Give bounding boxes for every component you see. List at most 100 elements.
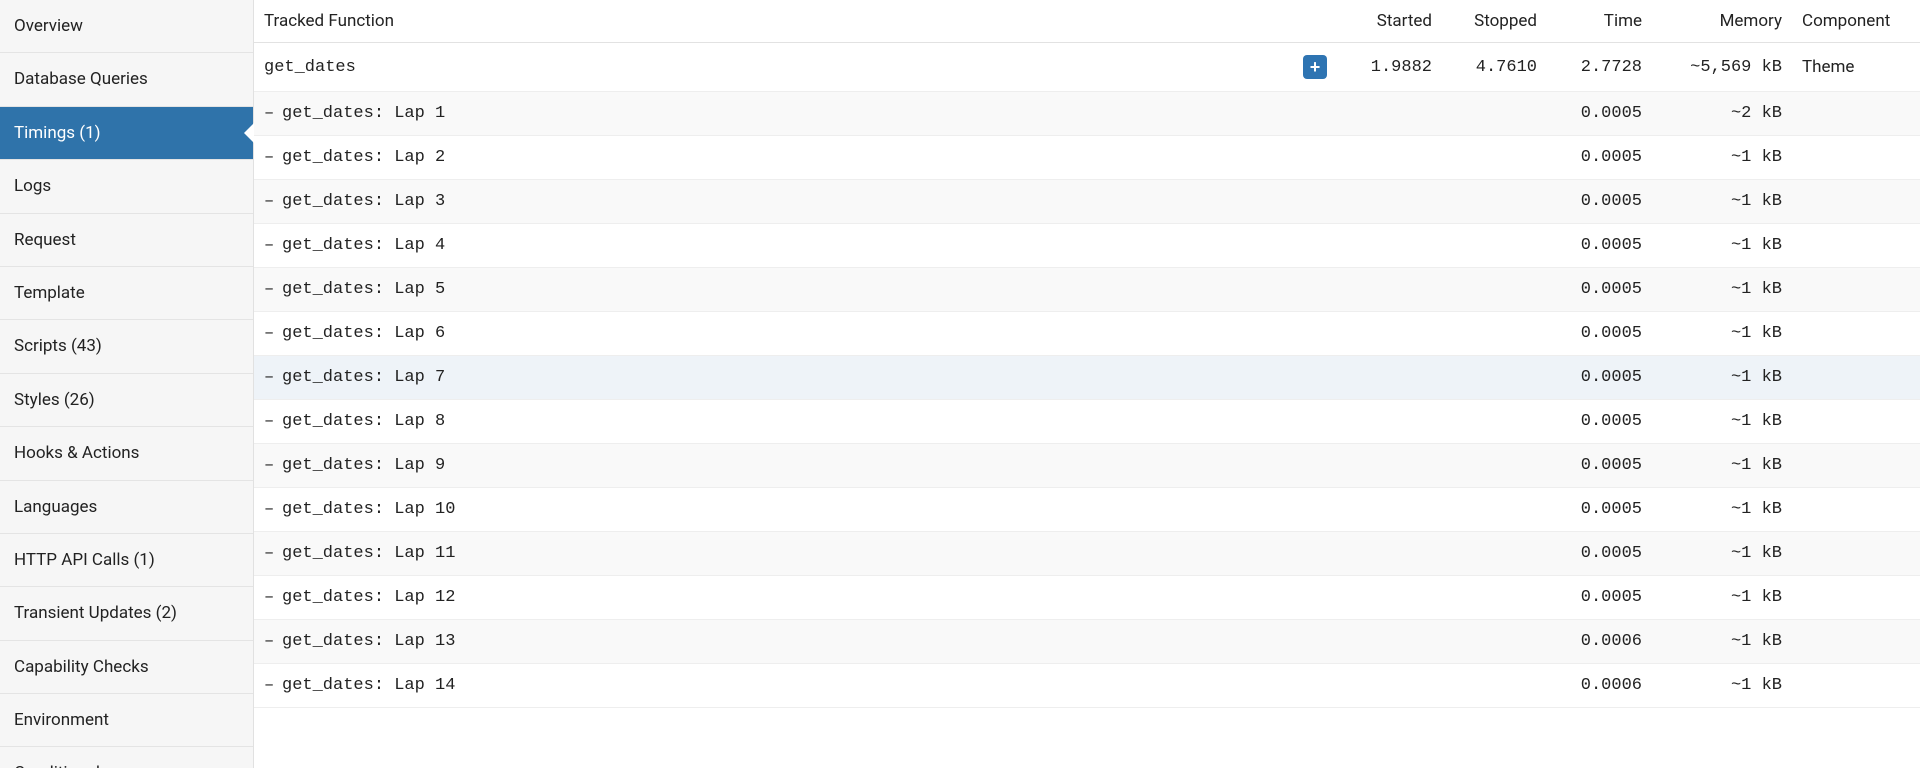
sidebar-item[interactable]: Logs [0, 160, 253, 213]
child-prefix-icon: – [264, 588, 274, 607]
memory-cell: ~1 kB [1652, 356, 1792, 400]
table-row: –get_dates: Lap 90.0005~1 kB [254, 444, 1920, 488]
started-cell [1337, 488, 1442, 532]
component-cell [1792, 136, 1920, 180]
sidebar-item[interactable]: Overview [0, 0, 253, 53]
col-header-stopped[interactable]: Stopped [1442, 0, 1547, 43]
sidebar-item-label: Styles (26) [14, 390, 95, 410]
stopped-cell [1442, 532, 1547, 576]
sidebar-item-label: Timings (1) [14, 123, 101, 143]
component-cell [1792, 488, 1920, 532]
component-cell [1792, 400, 1920, 444]
memory-cell: ~2 kB [1652, 92, 1792, 136]
child-prefix-icon: – [264, 324, 274, 343]
stopped-cell [1442, 92, 1547, 136]
stopped-cell [1442, 444, 1547, 488]
sidebar-item[interactable]: Template [0, 267, 253, 320]
sidebar-item[interactable]: HTTP API Calls (1) [0, 534, 253, 587]
memory-cell: ~1 kB [1652, 620, 1792, 664]
sidebar-item[interactable]: Styles (26) [0, 374, 253, 427]
function-cell: –get_dates: Lap 4 [254, 224, 1337, 268]
stopped-cell [1442, 268, 1547, 312]
function-cell: –get_dates: Lap 5 [254, 268, 1337, 312]
col-header-memory[interactable]: Memory [1652, 0, 1792, 43]
sidebar-item-label: Scripts (43) [14, 336, 102, 356]
child-prefix-icon: – [264, 236, 274, 255]
table-row: –get_dates: Lap 40.0005~1 kB [254, 224, 1920, 268]
sidebar-item[interactable]: Capability Checks [0, 641, 253, 694]
function-name: get_dates: Lap 2 [282, 148, 445, 167]
sidebar-item-label: Request [14, 230, 76, 250]
col-header-time[interactable]: Time [1547, 0, 1652, 43]
child-prefix-icon: – [264, 456, 274, 475]
function-cell: –get_dates: Lap 12 [254, 576, 1337, 620]
stopped-cell [1442, 664, 1547, 708]
stopped-cell [1442, 224, 1547, 268]
function-name: get_dates: Lap 7 [282, 368, 445, 387]
memory-cell: ~1 kB [1652, 576, 1792, 620]
component-cell [1792, 664, 1920, 708]
sidebar-item[interactable]: Environment [0, 694, 253, 747]
sidebar-item[interactable]: Hooks & Actions [0, 427, 253, 480]
function-name: get_dates: Lap 6 [282, 324, 445, 343]
child-prefix-icon: – [264, 544, 274, 563]
started-cell [1337, 356, 1442, 400]
time-cell: 0.0005 [1547, 268, 1652, 312]
child-prefix-icon: – [264, 500, 274, 519]
function-cell: –get_dates: Lap 9 [254, 444, 1337, 488]
memory-cell: ~1 kB [1652, 400, 1792, 444]
table-row: –get_dates: Lap 10.0005~2 kB [254, 92, 1920, 136]
sidebar-item-label: Capability Checks [14, 657, 149, 677]
memory-cell: ~1 kB [1652, 444, 1792, 488]
sidebar-item[interactable]: Timings (1) [0, 107, 253, 160]
memory-cell: ~1 kB [1652, 268, 1792, 312]
sidebar-item-label: Logs [14, 176, 51, 196]
time-cell: 2.7728 [1547, 43, 1652, 92]
time-cell: 0.0005 [1547, 356, 1652, 400]
col-header-function[interactable]: Tracked Function [254, 0, 1337, 43]
time-cell: 0.0005 [1547, 400, 1652, 444]
started-cell [1337, 620, 1442, 664]
function-name: get_dates: Lap 10 [282, 500, 455, 519]
function-cell: –get_dates: Lap 1 [254, 92, 1337, 136]
table-row: –get_dates: Lap 8 0.0005~1 kB [254, 400, 1920, 444]
child-prefix-icon: – [264, 148, 274, 167]
memory-cell: ~1 kB [1652, 312, 1792, 356]
memory-cell: ~1 kB [1652, 488, 1792, 532]
started-cell [1337, 92, 1442, 136]
stopped-cell [1442, 576, 1547, 620]
sidebar-item[interactable]: Database Queries [0, 53, 253, 106]
table-row: –get_dates: Lap 120.0005~1 kB [254, 576, 1920, 620]
sidebar-item[interactable]: Conditionals [0, 747, 253, 768]
started-cell [1337, 268, 1442, 312]
col-header-started[interactable]: Started [1337, 0, 1442, 43]
time-cell: 0.0005 [1547, 532, 1652, 576]
time-cell: 0.0005 [1547, 488, 1652, 532]
function-name: get_dates: Lap 14 [282, 676, 455, 695]
child-prefix-icon: – [264, 280, 274, 299]
time-cell: 0.0005 [1547, 312, 1652, 356]
sidebar-item[interactable]: Transient Updates (2) [0, 587, 253, 640]
function-cell: –get_dates: Lap 7 [254, 356, 1337, 400]
component-cell [1792, 620, 1920, 664]
component-cell [1792, 576, 1920, 620]
function-name: get_dates: Lap 8 [282, 412, 445, 431]
function-cell: –get_dates: Lap 14 [254, 664, 1337, 708]
function-cell: –get_dates: Lap 8 [254, 400, 1337, 444]
col-header-component[interactable]: Component [1792, 0, 1920, 43]
sidebar-item[interactable]: Scripts (43) [0, 320, 253, 373]
sidebar-item[interactable]: Languages [0, 481, 253, 534]
stopped-cell [1442, 312, 1547, 356]
sidebar-item-label: Conditionals [14, 763, 109, 768]
started-cell [1337, 444, 1442, 488]
memory-cell: ~5,569 kB [1652, 43, 1792, 92]
time-cell: 0.0006 [1547, 620, 1652, 664]
child-prefix-icon: – [264, 412, 274, 431]
started-cell [1337, 136, 1442, 180]
expand-toggle-button[interactable]: + [1303, 55, 1327, 79]
table-row: –get_dates: Lap 110.0005~1 kB [254, 532, 1920, 576]
component-cell [1792, 312, 1920, 356]
function-cell: –get_dates: Lap 11 [254, 532, 1337, 576]
sidebar-item-label: Transient Updates (2) [14, 603, 177, 623]
sidebar-item[interactable]: Request [0, 214, 253, 267]
